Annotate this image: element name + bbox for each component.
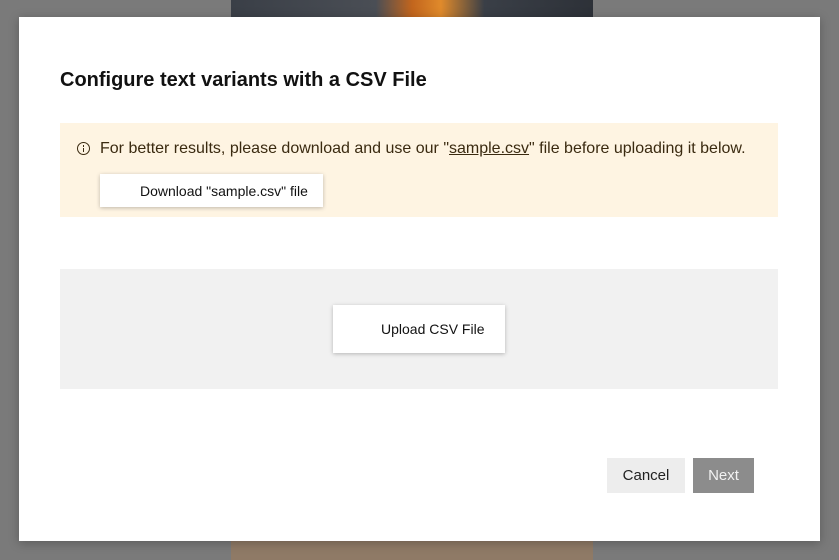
notice-text: For better results, please download and …	[100, 140, 746, 158]
csv-variants-dialog: Configure text variants with a CSV File …	[19, 17, 820, 541]
background-image-bottom	[231, 541, 593, 560]
notice-text-after: " file before uploading it below.	[529, 140, 746, 157]
download-sample-button[interactable]: Download "sample.csv" file	[100, 174, 323, 207]
sample-csv-link[interactable]: sample.csv	[449, 140, 529, 157]
next-button[interactable]: Next	[693, 458, 754, 493]
info-icon	[77, 142, 90, 155]
cancel-button[interactable]: Cancel	[607, 458, 685, 493]
info-notice: For better results, please download and …	[60, 123, 778, 217]
dialog-title: Configure text variants with a CSV File	[60, 69, 427, 91]
background-image	[231, 0, 593, 17]
notice-text-before: For better results, please download and …	[100, 140, 449, 157]
upload-dropzone[interactable]: Upload CSV File	[60, 269, 778, 389]
upload-csv-button[interactable]: Upload CSV File	[333, 305, 505, 353]
